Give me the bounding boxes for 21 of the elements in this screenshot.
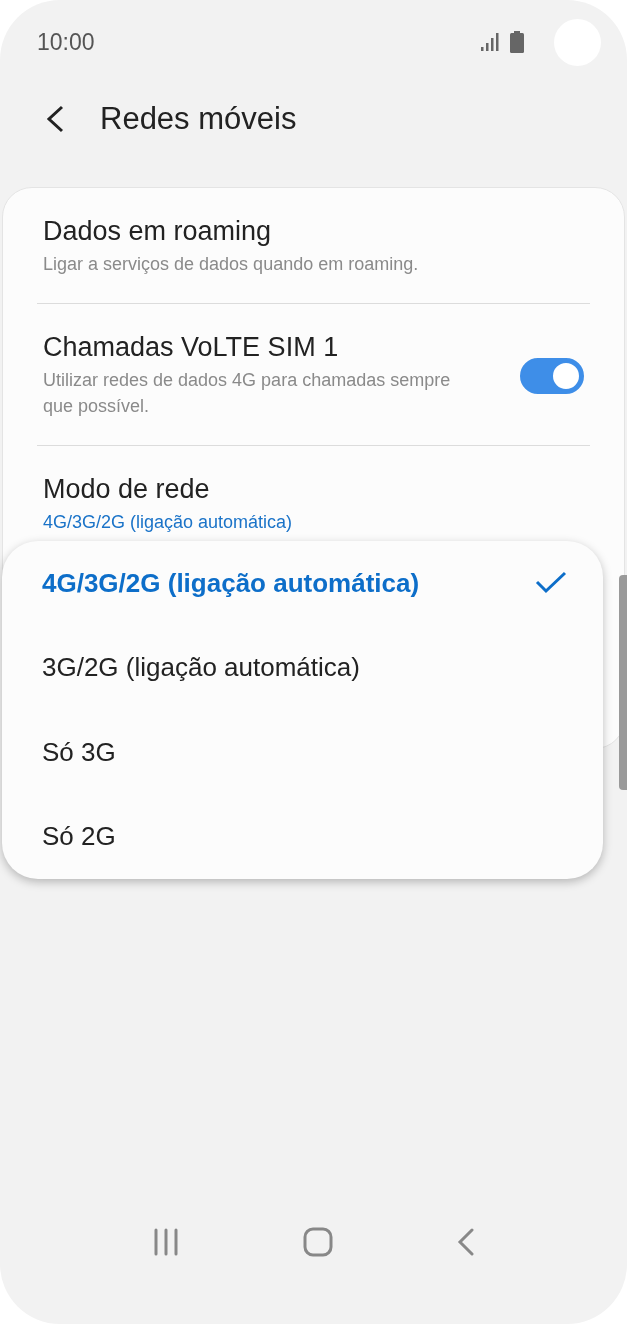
- setting-title[interactable]: Chamadas VoLTE SIM 1: [43, 332, 500, 363]
- option-item[interactable]: 3G/2G (ligação automática): [2, 625, 603, 710]
- setting-title[interactable]: Dados em roaming: [43, 216, 584, 247]
- status-time: 10:00: [37, 28, 96, 56]
- setting-subtitle: 4G/3G/2G (ligação automática): [43, 511, 294, 534]
- setting-subtitle: Utilizar redes de dados 4G para chamadas sempre que possível.: [43, 369, 452, 418]
- check-icon: [535, 571, 567, 596]
- back-icon: [457, 1228, 476, 1256]
- setting-title[interactable]: Modo de rede: [43, 474, 584, 505]
- setting-subtitle: Ligar a serviços de dados quando em roaming.: [43, 253, 420, 276]
- page-title: Redes móveis: [100, 101, 297, 137]
- toggle-switch[interactable]: [520, 357, 584, 394]
- home-button[interactable]: [303, 1227, 334, 1257]
- option-item[interactable]: Só 2G: [2, 794, 603, 879]
- back-icon: [44, 104, 66, 134]
- signal-icon: [480, 32, 500, 52]
- battery-icon: [510, 31, 524, 53]
- home-icon: [303, 1227, 334, 1257]
- option-item[interactable]: 4G/3G/2G (ligação automática): [2, 541, 603, 626]
- option-item[interactable]: Só 3G: [2, 710, 603, 795]
- back-nav-button[interactable]: [457, 1228, 476, 1256]
